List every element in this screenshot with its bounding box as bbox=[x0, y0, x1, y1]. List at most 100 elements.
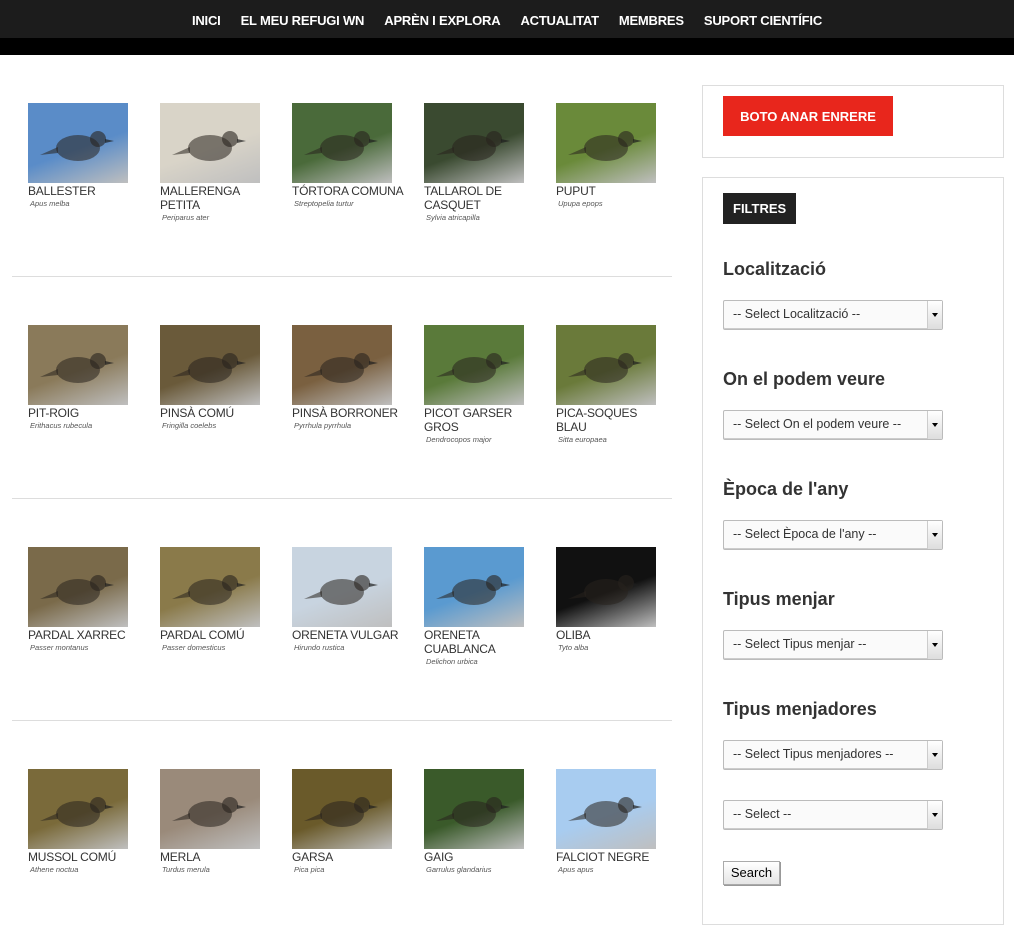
select-value: -- Select Època de l'any -- bbox=[733, 527, 877, 541]
blackbird-photo[interactable] bbox=[160, 769, 260, 849]
nav-item-el-meu-refugi[interactable]: EL MEU REFUGI WN bbox=[231, 13, 375, 28]
bird-card[interactable]: ORENETA CUABLANCA Delichon urbica bbox=[424, 547, 536, 667]
select-value: -- Select Tipus menjar -- bbox=[733, 637, 867, 651]
little-owl-photo[interactable] bbox=[28, 769, 128, 849]
bird-card[interactable]: PARDAL COMÚ Passer domesticus bbox=[160, 547, 272, 653]
blackcap-photo[interactable] bbox=[424, 103, 524, 183]
bird-card[interactable]: PARDAL XARREC Passer montanus bbox=[28, 547, 140, 653]
bird-card[interactable]: GAIG Garrulus glandarius bbox=[424, 769, 536, 875]
bird-scientific-name: Hirundo rustica bbox=[294, 643, 345, 652]
filters-title: FILTRES bbox=[723, 193, 797, 224]
bird-scientific-name: Pica pica bbox=[294, 865, 325, 874]
bird-card[interactable]: PINSÀ COMÚ Fringilla coelebs bbox=[160, 325, 272, 431]
back-button[interactable]: BOTO ANAR ENRERE bbox=[723, 96, 893, 136]
bird-name[interactable]: GAIG bbox=[424, 850, 536, 864]
bird-name[interactable]: TÓRTORA COMUNA bbox=[292, 184, 404, 198]
bird-name[interactable]: MUSSOL COMÚ bbox=[28, 850, 140, 864]
bird-card[interactable]: ORENETA VULGAR Hirundo rustica bbox=[292, 547, 404, 653]
select-epoca[interactable]: -- Select Època de l'any -- bbox=[723, 520, 943, 550]
row-divider bbox=[12, 498, 672, 499]
bird-scientific-name: Garrulus glandarius bbox=[426, 865, 492, 874]
house-sparrow-photo[interactable] bbox=[160, 547, 260, 627]
house-martin-photo[interactable] bbox=[424, 547, 524, 627]
bird-scientific-name: Apus melba bbox=[30, 199, 70, 208]
nav-item-suport-cientific[interactable]: SUPORT CIENTÍFIC bbox=[694, 13, 832, 28]
turtle-dove-photo[interactable] bbox=[292, 103, 392, 183]
bird-card[interactable]: PICOT GARSER GROS Dendrocopos major bbox=[424, 325, 536, 445]
bird-name[interactable]: MALLERENGA PETITA bbox=[160, 184, 272, 212]
select-tipus-menjadores[interactable]: -- Select Tipus menjadores -- bbox=[723, 740, 943, 770]
bird-name[interactable]: ORENETA CUABLANCA bbox=[424, 628, 536, 656]
dropdown-arrow-icon bbox=[927, 631, 942, 659]
jay-photo[interactable] bbox=[424, 769, 524, 849]
common-swift-photo[interactable] bbox=[556, 769, 656, 849]
search-button[interactable]: Search bbox=[723, 861, 780, 885]
bird-card[interactable]: MALLERENGA PETITA Periparus ater bbox=[160, 103, 272, 223]
bird-name[interactable]: BALLESTER bbox=[28, 184, 140, 198]
bird-name[interactable]: PINSÀ BORRONER bbox=[292, 406, 404, 420]
hoopoe-photo[interactable] bbox=[556, 103, 656, 183]
select-on-el-podem-veure[interactable]: -- Select On el podem veure -- bbox=[723, 410, 943, 440]
bird-card[interactable]: BALLESTER Apus melba bbox=[28, 103, 140, 209]
nav-item-inici[interactable]: INICI bbox=[182, 13, 231, 28]
coal-tit-photo[interactable] bbox=[160, 103, 260, 183]
bird-card[interactable]: OLIBA Tyto alba bbox=[556, 547, 668, 653]
bird-card[interactable]: PINSÀ BORRONER Pyrrhula pyrrhula bbox=[292, 325, 404, 431]
dropdown-arrow-icon bbox=[927, 521, 942, 549]
bird-name[interactable]: PUPUT bbox=[556, 184, 668, 198]
bird-name[interactable]: MERLA bbox=[160, 850, 272, 864]
nav-item-actualitat[interactable]: ACTUALITAT bbox=[510, 13, 608, 28]
bird-card[interactable]: FALCIOT NEGRE Apus apus bbox=[556, 769, 668, 875]
bird-scientific-name: Delichon urbica bbox=[426, 657, 478, 666]
select-localitzacio[interactable]: -- Select Localització -- bbox=[723, 300, 943, 330]
row-divider bbox=[12, 276, 672, 277]
bird-card[interactable]: GARSA Pica pica bbox=[292, 769, 404, 875]
bird-name[interactable]: FALCIOT NEGRE bbox=[556, 850, 668, 864]
bird-scientific-name: Passer montanus bbox=[30, 643, 89, 652]
bird-scientific-name: Athene noctua bbox=[30, 865, 79, 874]
bird-scientific-name: Turdus merula bbox=[162, 865, 210, 874]
bird-name[interactable]: ORENETA VULGAR bbox=[292, 628, 404, 642]
bird-card[interactable]: TÓRTORA COMUNA Streptopelia turtur bbox=[292, 103, 404, 209]
bird-name[interactable]: PARDAL COMÚ bbox=[160, 628, 272, 642]
bird-card[interactable]: PICA-SOQUES BLAU Sitta europaea bbox=[556, 325, 668, 445]
bird-name[interactable]: PINSÀ COMÚ bbox=[160, 406, 272, 420]
bird-card[interactable]: MERLA Turdus merula bbox=[160, 769, 272, 875]
dropdown-arrow-icon bbox=[927, 801, 942, 829]
back-box: BOTO ANAR ENRERE bbox=[702, 85, 1004, 158]
bird-name[interactable]: TALLAROL DE CASQUET bbox=[424, 184, 536, 212]
alpine-swift-photo[interactable] bbox=[28, 103, 128, 183]
bird-scientific-name: Passer domesticus bbox=[162, 643, 226, 652]
bird-card[interactable]: TALLAROL DE CASQUET Sylvia atricapilla bbox=[424, 103, 536, 223]
nav-item-membres[interactable]: MEMBRES bbox=[609, 13, 694, 28]
robin-photo[interactable] bbox=[28, 325, 128, 405]
nav-underbar bbox=[0, 38, 1014, 55]
filters-panel: FILTRES Localització -- Select Localitza… bbox=[702, 177, 1004, 925]
filter-label-tipus-menjadores: Tipus menjadores bbox=[723, 699, 877, 719]
select-tipus-menjar[interactable]: -- Select Tipus menjar -- bbox=[723, 630, 943, 660]
nuthatch-photo[interactable] bbox=[556, 325, 656, 405]
bird-name[interactable]: PARDAL XARREC bbox=[28, 628, 140, 642]
bird-name[interactable]: PICOT GARSER GROS bbox=[424, 406, 536, 434]
bird-name[interactable]: PICA-SOQUES BLAU bbox=[556, 406, 668, 434]
bird-card[interactable]: PIT-ROIG Erithacus rubecula bbox=[28, 325, 140, 431]
bird-scientific-name: Upupa epops bbox=[558, 199, 603, 208]
nav-item-apren-i-explora[interactable]: APRÈN I EXPLORA bbox=[374, 13, 510, 28]
barn-owl-photo[interactable] bbox=[556, 547, 656, 627]
tree-sparrow-photo[interactable] bbox=[28, 547, 128, 627]
bird-scientific-name: Sitta europaea bbox=[558, 435, 607, 444]
bird-card[interactable]: PUPUT Upupa epops bbox=[556, 103, 668, 209]
dropdown-arrow-icon bbox=[927, 301, 942, 329]
magpie-photo[interactable] bbox=[292, 769, 392, 849]
bullfinch-photo[interactable] bbox=[292, 325, 392, 405]
select-extra[interactable]: -- Select -- bbox=[723, 800, 943, 830]
bird-name[interactable]: OLIBA bbox=[556, 628, 668, 642]
woodpecker-photo[interactable] bbox=[424, 325, 524, 405]
main-menu: INICI EL MEU REFUGI WN APRÈN I EXPLORA A… bbox=[0, 0, 1014, 40]
bird-name[interactable]: GARSA bbox=[292, 850, 404, 864]
chaffinch-photo[interactable] bbox=[160, 325, 260, 405]
barn-swallow-photo[interactable] bbox=[292, 547, 392, 627]
bird-card[interactable]: MUSSOL COMÚ Athene noctua bbox=[28, 769, 140, 875]
bird-name[interactable]: PIT-ROIG bbox=[28, 406, 140, 420]
select-value: -- Select Localització -- bbox=[733, 307, 861, 321]
